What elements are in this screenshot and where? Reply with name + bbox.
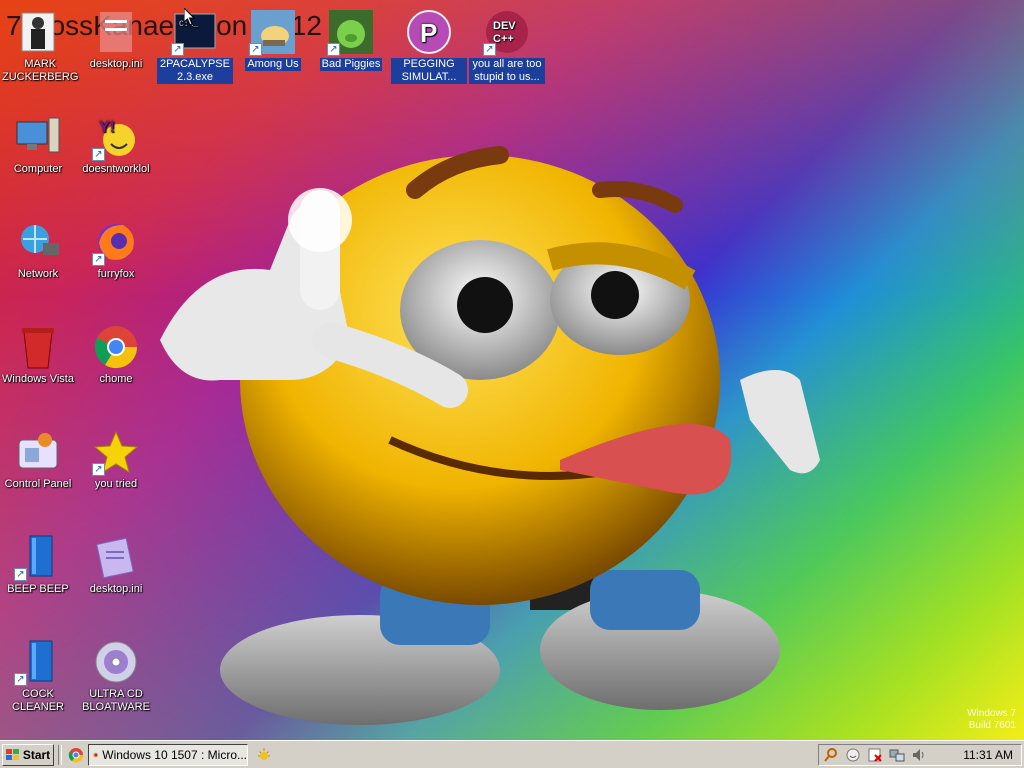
- icon-label: ULTRA CD BLOATWARE: [82, 688, 150, 713]
- firefox-icon: ↗: [92, 218, 140, 266]
- icon-label: 2PACALYPSE 2.3.exe: [157, 58, 233, 84]
- volume-icon[interactable]: [911, 747, 927, 763]
- computer-icon: [14, 113, 62, 161]
- quicklaunch-chrome[interactable]: [66, 745, 86, 765]
- taskbar-separator: [58, 744, 62, 765]
- icon-label: PEGGING SIMULAT...: [391, 58, 467, 84]
- shortcut-arrow-icon: ↗: [171, 43, 184, 56]
- yahoo-icon: Y! ↗: [92, 113, 140, 161]
- taskbar-window-button[interactable]: Windows 10 1507 : Micro...: [88, 743, 248, 766]
- desktop-icon-computer[interactable]: Computer: [0, 113, 76, 176]
- svg-text:C++: C++: [493, 33, 514, 45]
- icon-label: Bad Piggies: [319, 58, 383, 71]
- desktop-icon-you-tried[interactable]: ↗ you tried: [78, 428, 154, 491]
- taskbar: Start Windows 10 1507 : Micro... 11:31 A…: [0, 740, 1024, 768]
- desktop-icon-cock-cleaner[interactable]: ↗ COCK CLEANER: [0, 638, 76, 714]
- desktop-icon-among-us[interactable]: ↗ Among Us: [235, 8, 311, 71]
- desktop-icon-dev-cpp[interactable]: DEV C++ ↗ you all are too stupid to us...: [469, 8, 545, 84]
- blue-book-icon: ↗: [14, 533, 62, 581]
- desktop-icon-furryfox[interactable]: ↗ furryfox: [78, 218, 154, 281]
- windows-logo-icon: [5, 748, 19, 760]
- shortcut-arrow-icon: ↗: [14, 568, 27, 581]
- desktop-icon-mark-zuckerberg[interactable]: MARK ZUCKERBERG: [0, 8, 78, 84]
- control-panel-icon: [14, 428, 62, 476]
- network-tray-icon[interactable]: [889, 747, 905, 763]
- desktop-icon-doesntworklol[interactable]: Y! ↗ doesntworklol: [78, 113, 154, 176]
- desktop-icon-windows-vista[interactable]: Windows Vista: [0, 323, 76, 386]
- icon-label: Windows Vista: [2, 373, 74, 385]
- smiley-tray-icon[interactable]: [845, 747, 861, 763]
- desktop-icon-desktop-ini[interactable]: desktop.ini: [78, 8, 154, 71]
- star-icon: ↗: [92, 428, 140, 476]
- pegging-p-icon: P: [405, 8, 453, 56]
- person-figure-icon: [14, 8, 62, 56]
- smiley-wallpaper-image: [160, 146, 820, 725]
- system-tray: 11:31 AM: [818, 744, 1022, 766]
- icon-label: MARK ZUCKERBERG: [2, 58, 79, 83]
- mouse-cursor-icon: [184, 8, 196, 26]
- search-icon[interactable]: [823, 747, 839, 763]
- icon-label: Among Us: [245, 58, 301, 71]
- icon-label: COCK CLEANER: [12, 688, 64, 713]
- svg-text:Y!: Y!: [99, 119, 115, 136]
- recycle-bin-icon: [14, 323, 62, 371]
- icon-label: Control Panel: [4, 478, 72, 490]
- shortcut-arrow-icon: ↗: [92, 148, 105, 161]
- icon-label: furryfox: [97, 268, 135, 280]
- icon-label: you all are too stupid to us...: [469, 58, 545, 84]
- taskbar-window-title: Windows 10 1507 : Micro...: [102, 747, 247, 762]
- shortcut-arrow-icon: ↗: [327, 43, 340, 56]
- blue-book-icon: ↗: [14, 638, 62, 686]
- watermark-line-1: Windows 7: [967, 708, 1016, 719]
- icon-label: doesntworklol: [82, 163, 150, 175]
- desktop-icon-beep-beep[interactable]: ↗ BEEP BEEP: [0, 533, 76, 596]
- desktop-icon-bad-piggies[interactable]: ↗ Bad Piggies: [313, 8, 389, 71]
- start-button[interactable]: Start: [2, 743, 54, 766]
- icon-label: Computer: [13, 163, 63, 175]
- cd-disc-icon: [92, 638, 140, 686]
- desktop-icon-control-panel[interactable]: Control Panel: [0, 428, 76, 491]
- bad-piggies-icon: ↗: [327, 8, 375, 56]
- shortcut-arrow-icon: ↗: [483, 43, 496, 56]
- desktop-icon-chome[interactable]: chome: [78, 323, 154, 386]
- chrome-icon: [92, 323, 140, 371]
- clock[interactable]: 11:31 AM: [963, 748, 1013, 762]
- desktop-icon-pegging-simulator[interactable]: P PEGGING SIMULAT...: [391, 8, 467, 84]
- icon-label: desktop.ini: [89, 58, 143, 70]
- shortcut-arrow-icon: ↗: [249, 43, 262, 56]
- start-label: Start: [22, 747, 51, 762]
- network-globe-icon: [14, 218, 62, 266]
- icon-label: desktop.ini: [89, 583, 143, 595]
- svg-text:DEV: DEV: [493, 20, 516, 32]
- icon-label: BEEP BEEP: [7, 583, 69, 595]
- desktop-icon-desktop-ini-2[interactable]: desktop.ini: [78, 533, 154, 596]
- notepad-file-icon: [92, 533, 140, 581]
- among-us-icon: ↗: [249, 8, 297, 56]
- firefox-icon: [93, 752, 98, 757]
- sun-icon: [258, 747, 270, 760]
- desktop-icon-ultra-cd-bloatware[interactable]: ULTRA CD BLOATWARE: [78, 638, 154, 714]
- svg-text:P: P: [420, 18, 437, 48]
- windows-build-watermark: Windows 7 Build 7601: [967, 708, 1016, 732]
- watermark-line-2: Build 7601: [968, 720, 1016, 731]
- desktop-icon-network[interactable]: Network: [0, 218, 76, 281]
- icon-label: Network: [17, 268, 59, 280]
- icon-label: chome: [99, 373, 133, 385]
- chrome-icon: [68, 747, 84, 762]
- taskbar-extra-icon[interactable]: [254, 745, 274, 765]
- security-alert-icon[interactable]: [867, 747, 883, 763]
- shortcut-arrow-icon: ↗: [92, 253, 105, 266]
- desktop[interactable]: 7…ossKanae…tion…012 MARK ZUCKERBERG desk…: [0, 0, 1024, 740]
- shortcut-arrow-icon: ↗: [14, 673, 27, 686]
- dev-cpp-icon: DEV C++ ↗: [483, 8, 531, 56]
- icon-label: you tried: [94, 478, 138, 490]
- ini-file-icon: [92, 8, 140, 56]
- shortcut-arrow-icon: ↗: [92, 463, 105, 476]
